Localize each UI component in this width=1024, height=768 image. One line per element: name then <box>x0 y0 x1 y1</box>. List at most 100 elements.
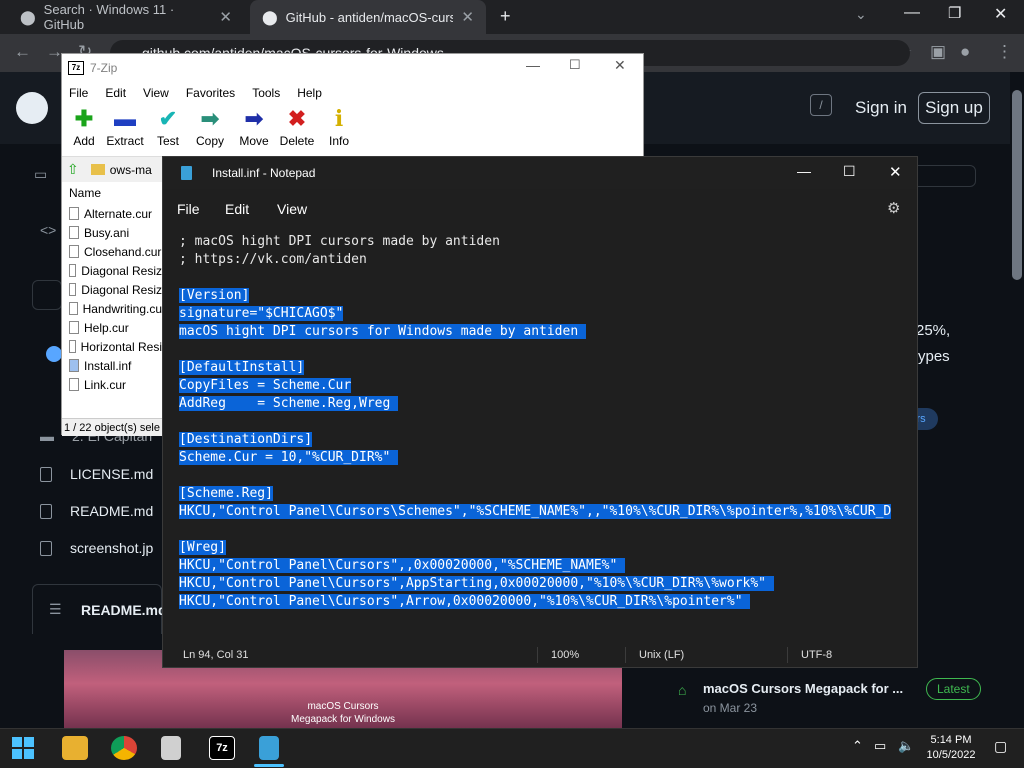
minimize-icon[interactable]: — <box>526 57 540 73</box>
menu-help[interactable]: Help <box>297 86 322 100</box>
list-item[interactable]: Diagonal Resiz <box>62 280 162 299</box>
new-tab-icon[interactable]: + <box>500 6 511 27</box>
menu-favorites[interactable]: Favorites <box>186 86 235 100</box>
move-button[interactable]: ➡ Move <box>232 104 276 148</box>
code-tab-icon[interactable]: <> <box>40 222 56 238</box>
file-name[interactable]: README.md <box>70 503 153 519</box>
menu-edit[interactable]: Edit <box>105 86 126 100</box>
browser-tab-search[interactable]: ⬤ Search · Windows 11 · GitHub ✕ <box>8 0 244 34</box>
github-logo-icon[interactable] <box>16 92 48 124</box>
sign-up-button[interactable]: Sign up <box>918 92 990 124</box>
delete-button[interactable]: ✖ Delete <box>275 104 319 148</box>
sevenzip-taskbar-icon[interactable]: 7z <box>209 736 235 760</box>
list-icon[interactable]: ☰ <box>49 601 62 618</box>
add-button[interactable]: ✚ Add <box>62 104 106 148</box>
x-icon: ✖ <box>287 106 307 131</box>
file-icon <box>69 264 77 277</box>
path-input[interactable]: ows-ma <box>110 163 152 177</box>
text-line[interactable]: HKCU,"Control Panel\Cursors",Arrow,0x000… <box>179 593 751 611</box>
file-row[interactable]: screenshot.jp <box>40 540 153 556</box>
file-name[interactable]: LICENSE.md <box>70 466 153 482</box>
list-item[interactable]: Diagonal Resiz <box>62 261 162 280</box>
text-line[interactable]: ; https://vk.com/antiden <box>179 251 367 269</box>
list-item-selected[interactable]: Install.inf <box>62 356 162 375</box>
text-line[interactable]: signature="$CHICAGO$" <box>179 305 344 323</box>
copy-button[interactable]: ➡ Copy <box>188 104 232 148</box>
text-line[interactable]: HKCU,"Control Panel\Cursors",AppStarting… <box>179 575 774 593</box>
text-line[interactable]: [DefaultInstall] <box>179 359 305 377</box>
column-header-name[interactable]: Name <box>62 182 162 204</box>
menu-edit[interactable]: Edit <box>225 201 249 217</box>
text-line[interactable]: [DestinationDirs] <box>179 431 313 449</box>
text-line[interactable]: HKCU,"Control Panel\Cursors",,0x00020000… <box>179 557 626 575</box>
info-button[interactable]: i Info <box>317 104 361 148</box>
text-line[interactable]: [Version] <box>179 287 250 305</box>
clock[interactable]: 5:14 PM 10/5/2022 <box>926 733 976 763</box>
list-item[interactable]: Help.cur <box>62 318 162 337</box>
list-item[interactable]: Alternate.cur <box>62 204 162 223</box>
side-panel-icon[interactable]: ▣ <box>930 42 946 62</box>
close-icon[interactable]: ✕ <box>614 57 626 74</box>
close-icon[interactable]: ✕ <box>994 4 1007 24</box>
close-icon[interactable]: ✕ <box>889 163 902 181</box>
info-icon: i <box>334 106 344 132</box>
text-line[interactable]: [Scheme.Reg] <box>179 485 273 503</box>
extract-button[interactable]: ▬ Extract <box>103 104 147 148</box>
test-button[interactable]: ✔ Test <box>146 104 190 148</box>
release-title[interactable]: macOS Cursors Megapack for ... <box>703 681 903 696</box>
tab-search-icon[interactable]: ⌄ <box>855 6 867 23</box>
gear-icon[interactable]: ⚙ <box>887 199 900 217</box>
file-row[interactable]: LICENSE.md <box>40 466 153 482</box>
list-item[interactable]: Link.cur <box>62 375 162 394</box>
profile-icon[interactable]: ● <box>960 42 970 62</box>
browser-tab-repo[interactable]: ⬤ GitHub - antiden/macOS-cursors ✕ <box>250 0 486 34</box>
chrome-menu-icon[interactable]: ⋮ <box>996 42 1013 62</box>
page-scrollbar-thumb[interactable] <box>1012 90 1022 280</box>
notepad-title: Install.inf - Notepad <box>212 166 316 180</box>
list-item[interactable]: Handwriting.cu <box>62 299 162 318</box>
back-icon[interactable]: ← <box>14 42 31 62</box>
start-icon[interactable] <box>12 737 34 759</box>
up-folder-icon[interactable]: ⇧ <box>67 161 79 178</box>
text-line[interactable]: CopyFiles = Scheme.Cur <box>179 377 352 395</box>
list-item[interactable]: Closehand.cur <box>62 242 162 261</box>
list-item[interactable]: Horizontal Resi <box>62 337 162 356</box>
volume-icon[interactable]: 🔈 <box>898 738 914 754</box>
chevron-up-icon[interactable]: ⌃ <box>852 738 863 754</box>
branch-selector[interactable] <box>32 280 62 310</box>
archive-icon[interactable] <box>161 736 181 760</box>
file-name: Help.cur <box>84 320 129 335</box>
sign-in-link[interactable]: Sign in <box>855 98 907 118</box>
file-name[interactable]: screenshot.jp <box>70 540 153 556</box>
menu-tools[interactable]: Tools <box>252 86 280 100</box>
text-line[interactable]: Scheme.Cur = 10,"%CUR_DIR%" <box>179 449 399 467</box>
minimize-icon[interactable]: — <box>904 4 920 22</box>
notepad-taskbar-icon[interactable] <box>259 736 279 760</box>
maximize-icon[interactable]: ☐ <box>843 163 856 180</box>
text-line[interactable]: AddReg = Scheme.Reg,Wreg <box>179 395 399 413</box>
notepad-text-area[interactable]: ; macOS hight DPI cursors made by antide… <box>163 233 917 623</box>
text-line[interactable]: [Wreg] <box>179 539 226 557</box>
file-explorer-icon[interactable] <box>62 736 88 760</box>
menu-view[interactable]: View <box>277 201 307 217</box>
list-item[interactable]: Busy.ani <box>62 223 162 242</box>
add-label: Add <box>73 134 95 148</box>
minimize-icon[interactable]: — <box>797 163 811 179</box>
close-tab-icon[interactable]: ✕ <box>219 8 232 26</box>
menu-file[interactable]: File <box>69 86 88 100</box>
network-icon[interactable]: ▭ <box>874 738 886 754</box>
text-line[interactable]: macOS hight DPI cursors for Windows made… <box>179 323 586 341</box>
close-tab-icon[interactable]: ✕ <box>461 8 474 26</box>
notepad-titlebar[interactable]: Install.inf - Notepad — ☐ ✕ <box>163 157 917 189</box>
menu-view[interactable]: View <box>143 86 169 100</box>
maximize-icon[interactable]: ☐ <box>569 57 581 73</box>
text-line[interactable]: ; macOS hight DPI cursors made by antide… <box>179 233 500 251</box>
restore-icon[interactable]: ❐ <box>948 4 961 22</box>
text-line[interactable]: HKCU,"Control Panel\Cursors\Schemes","%S… <box>179 503 892 521</box>
sevenzip-titlebar[interactable]: 7z 7-Zip — ☐ ✕ <box>62 54 643 82</box>
file-row[interactable]: README.md <box>40 503 153 519</box>
menu-file[interactable]: File <box>177 201 200 217</box>
notification-icon[interactable]: ▢ <box>994 738 1007 755</box>
latest-release[interactable]: ⌂ macOS Cursors Megapack for ... Latest … <box>656 670 996 726</box>
chrome-icon[interactable] <box>111 736 137 760</box>
